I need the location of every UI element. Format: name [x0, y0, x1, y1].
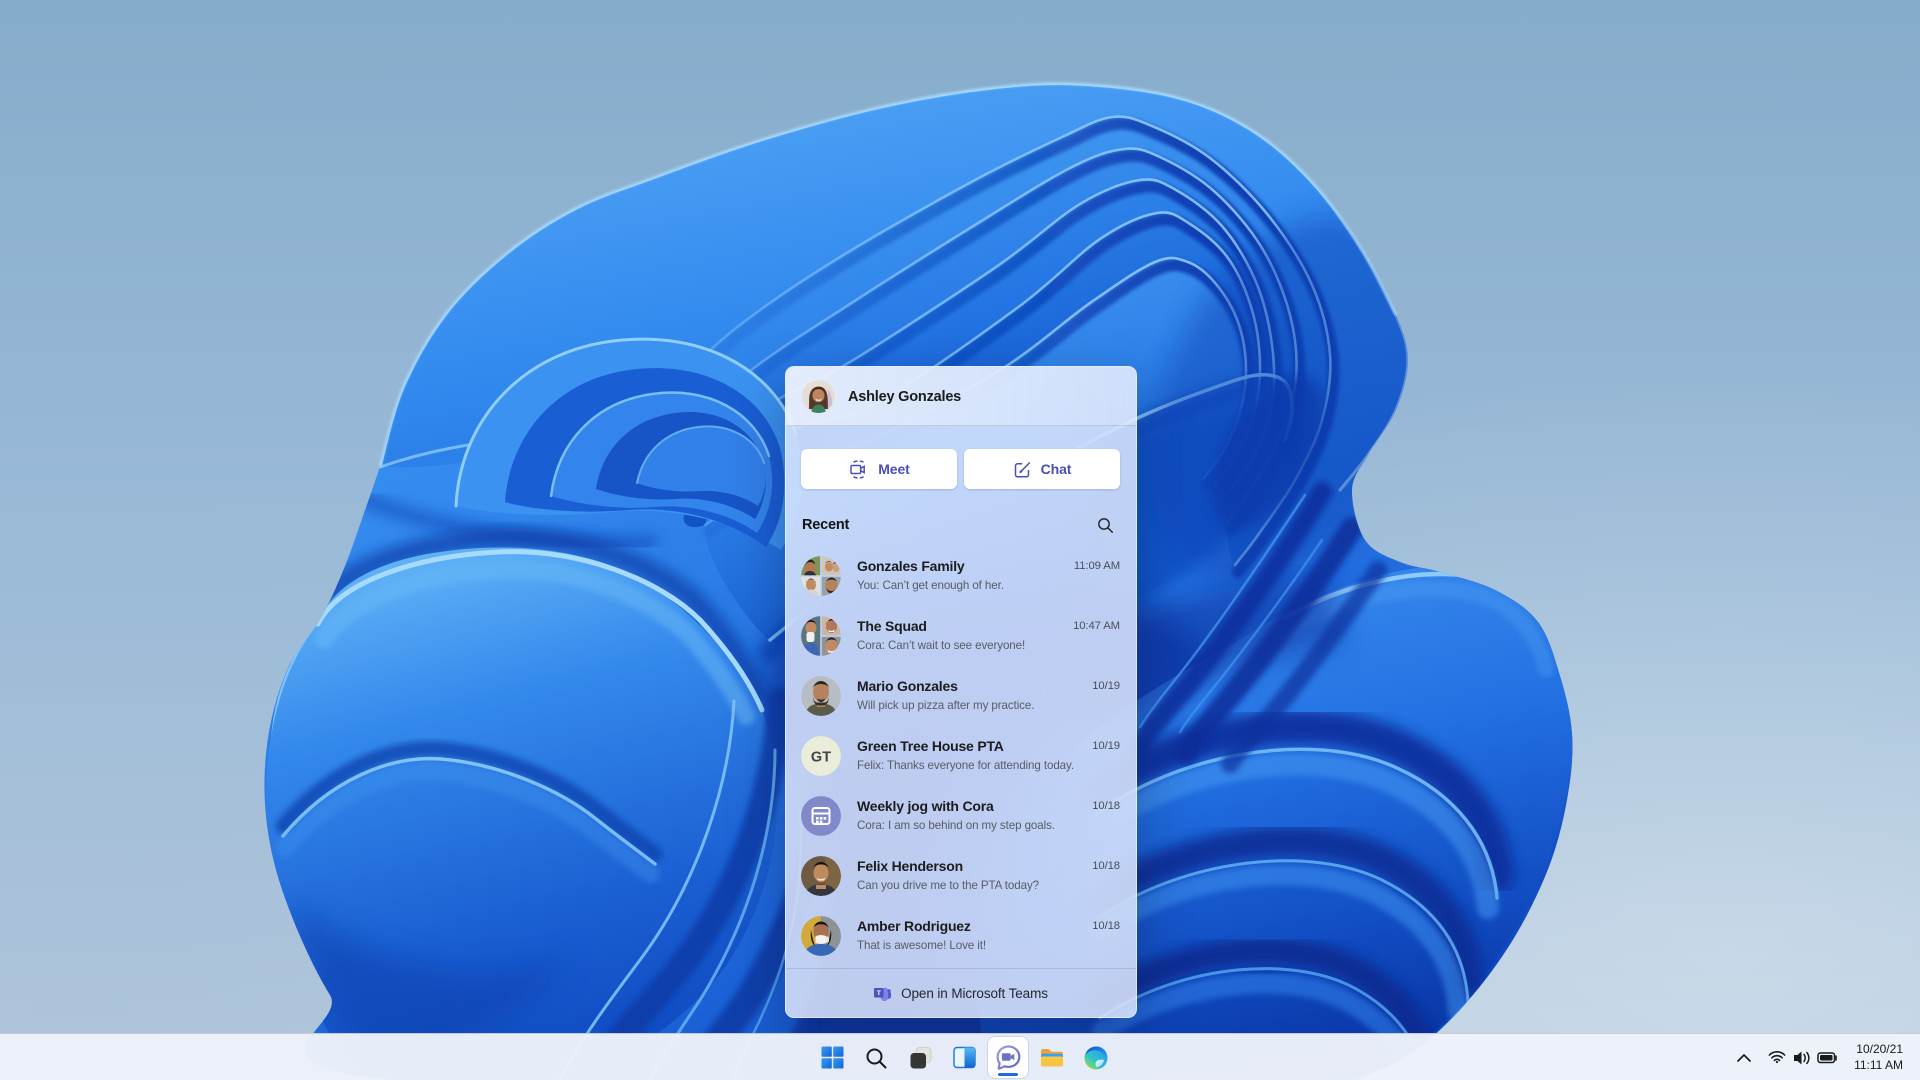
svg-text:GT: GT — [811, 750, 831, 766]
